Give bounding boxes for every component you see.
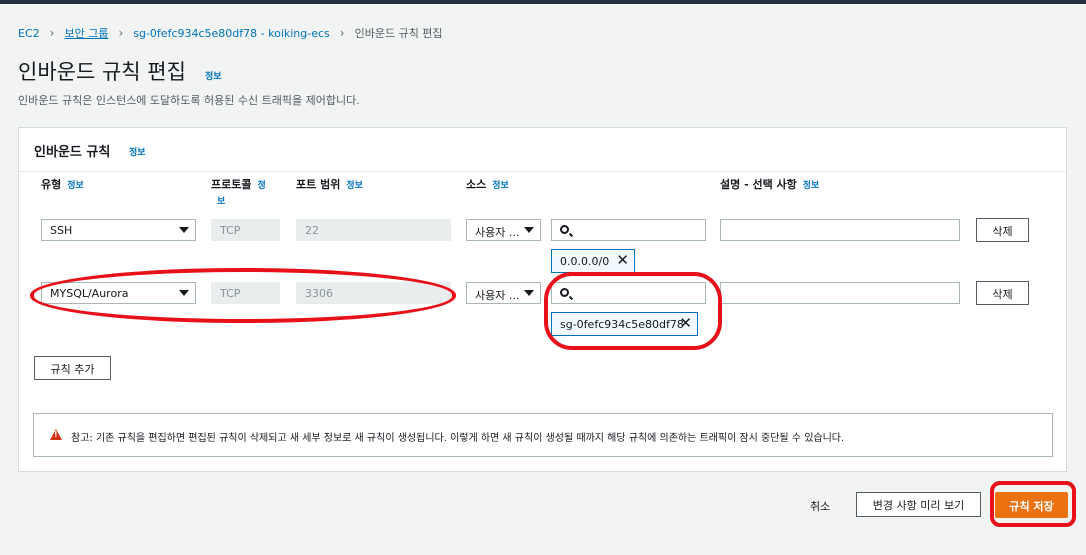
rule-2-source-token: sg-0fefc934c5e80df78 ✕ xyxy=(551,312,698,336)
breadcrumb-current: 인바운드 규칙 편집 xyxy=(354,27,443,40)
column-header-description: 설명 - 선택 사항 정보 xyxy=(720,178,820,191)
page-description: 인바운드 규칙은 인스턴스에 도달하도록 허용된 수신 트래픽을 제어합니다. xyxy=(18,94,360,107)
rule-2-port-range: 3306 xyxy=(296,282,451,304)
column-header-source: 소스 정보 xyxy=(466,178,509,191)
alert-text: 참고: 기존 규칙을 편집하면 편집된 규칙이 삭제되고 새 세부 정보로 새 … xyxy=(71,433,845,444)
rule-1-type-select[interactable]: SSH xyxy=(41,219,196,241)
cancel-button[interactable]: 취소 xyxy=(810,498,830,514)
chevron-right-icon: › xyxy=(49,26,55,40)
rule-2-protocol: TCP xyxy=(211,282,280,304)
rule-1-source-search-input[interactable] xyxy=(551,219,706,241)
description-info-link[interactable]: 정보 xyxy=(803,181,820,191)
panel-info-link[interactable]: 정보 xyxy=(129,145,146,158)
rule-1-port-range: 22 xyxy=(296,219,451,241)
caret-down-icon xyxy=(524,290,534,296)
column-header-type: 유형 정보 xyxy=(41,178,84,191)
save-rules-button[interactable]: 규칙 저장 xyxy=(995,492,1068,518)
protocol-info-link[interactable]: 정 xyxy=(257,181,265,191)
column-header-port: 포트 범위 정보 xyxy=(296,178,363,191)
rule-2-delete-button[interactable]: 삭제 xyxy=(976,281,1029,305)
chevron-right-icon: › xyxy=(339,26,345,40)
caret-down-icon xyxy=(179,227,189,233)
rule-1-description-input[interactable] xyxy=(720,219,960,241)
panel-header: 인바운드 규칙 정보 xyxy=(19,128,1066,172)
rule-1-source-token: 0.0.0.0/0 ✕ xyxy=(551,249,635,273)
rule-2-description-input[interactable] xyxy=(720,282,960,304)
rule-1-delete-button[interactable]: 삭제 xyxy=(976,218,1029,242)
type-info-link[interactable]: 정보 xyxy=(67,181,84,191)
breadcrumb-security-groups[interactable]: 보안 그룹 xyxy=(64,25,108,41)
caret-down-icon xyxy=(524,227,534,233)
close-icon[interactable]: ✕ xyxy=(616,253,629,268)
rule-2-source-type-select[interactable]: 사용자 ... xyxy=(466,282,541,304)
rule-1-source-type-select[interactable]: 사용자 ... xyxy=(466,219,541,241)
breadcrumb-security-group[interactable]: sg-0fefc934c5e80df78 - koiking-ecs xyxy=(133,27,330,40)
close-icon[interactable]: ✕ xyxy=(679,316,692,331)
warning-alert: 참고: 기존 규칙을 편집하면 편집된 규칙이 삭제되고 새 세부 정보로 새 … xyxy=(33,413,1053,457)
breadcrumb: EC2 › 보안 그룹 › sg-0fefc934c5e80df78 - koi… xyxy=(18,25,443,41)
page-info-link[interactable]: 정보 xyxy=(205,69,222,82)
top-nav-bar xyxy=(0,0,1086,4)
search-icon xyxy=(560,288,569,297)
column-header-protocol: 프로토콜 정 보 xyxy=(211,178,266,207)
page-title: 인바운드 규칙 편집 xyxy=(18,60,186,84)
preview-changes-button[interactable]: 변경 사항 미리 보기 xyxy=(856,492,981,517)
rule-2-source-search-input[interactable] xyxy=(551,282,706,304)
inbound-rules-panel: 인바운드 규칙 정보 유형 정보 프로토콜 정 보 포트 범위 정보 소스 정보 설명 … xyxy=(18,127,1067,472)
chevron-right-icon: › xyxy=(118,26,124,40)
add-rule-button[interactable]: 규칙 추가 xyxy=(34,356,111,380)
caret-down-icon xyxy=(179,290,189,296)
warning-icon xyxy=(50,429,62,440)
panel-title: 인바운드 규칙 xyxy=(34,145,111,160)
port-info-link[interactable]: 정보 xyxy=(346,181,363,191)
protocol-info-link-wrap[interactable]: 보 xyxy=(217,194,266,207)
source-info-link[interactable]: 정보 xyxy=(492,181,509,191)
search-icon xyxy=(560,225,569,234)
rule-2-type-select[interactable]: MYSQL/Aurora xyxy=(41,282,196,304)
rule-1-protocol: TCP xyxy=(211,219,280,241)
breadcrumb-ec2[interactable]: EC2 xyxy=(18,27,40,40)
